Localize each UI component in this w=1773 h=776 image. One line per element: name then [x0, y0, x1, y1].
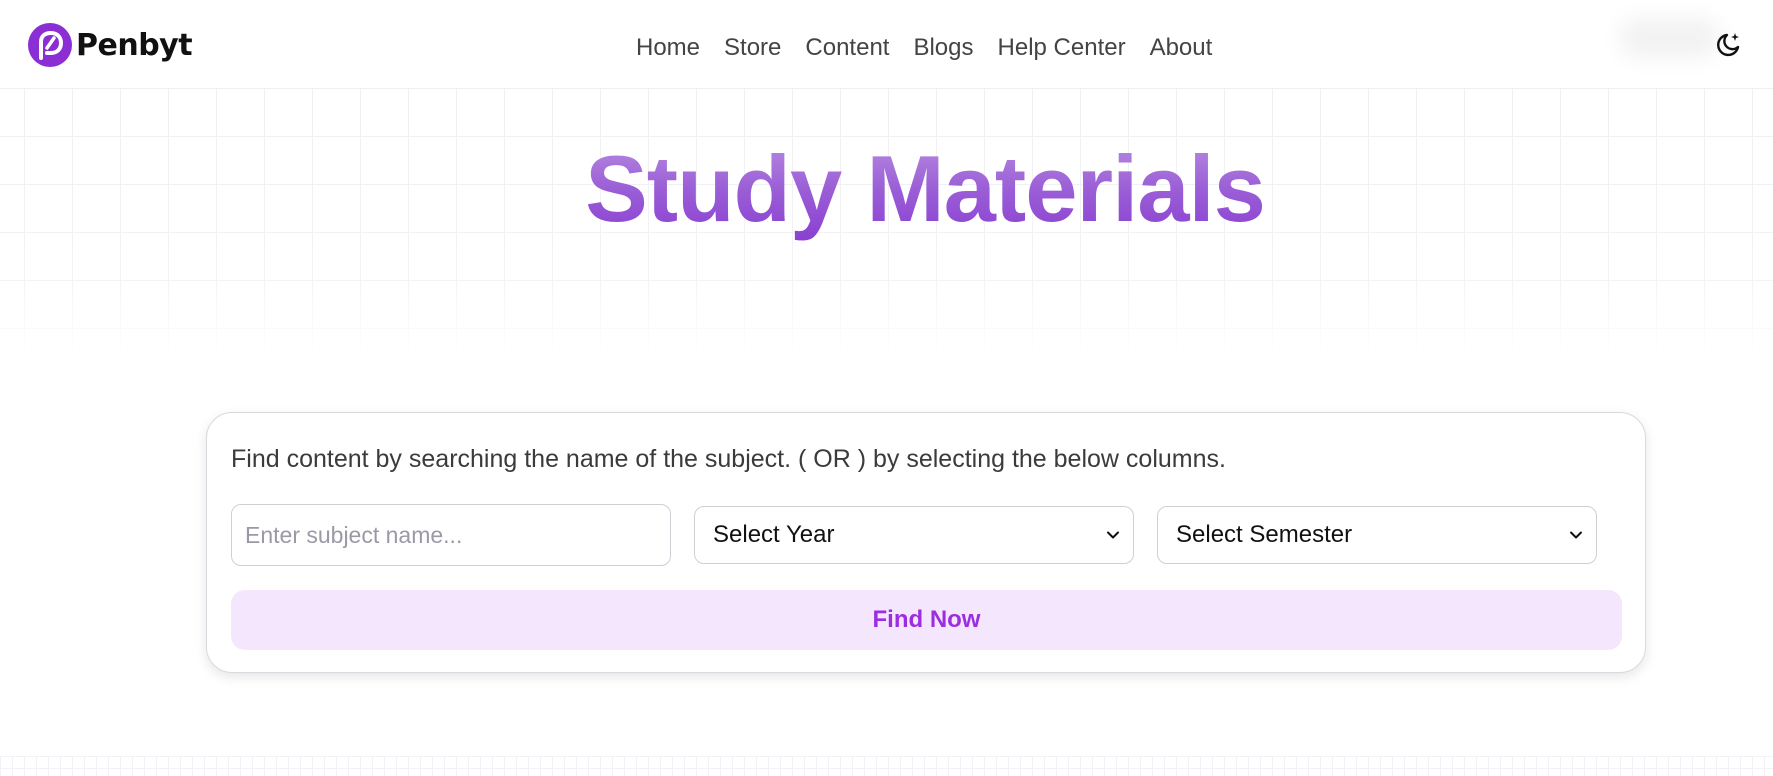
year-select-value: Select Year: [713, 521, 835, 548]
penbyt-logo-icon: [28, 23, 72, 67]
site-header: Penbyt Home Store Content Blogs Help Cen…: [0, 0, 1773, 88]
nav-link-about[interactable]: About: [1150, 30, 1213, 66]
brand-name: Penbyt: [76, 27, 193, 63]
nav-link-content[interactable]: Content: [805, 30, 889, 66]
chevron-down-icon: [1107, 531, 1119, 539]
theme-toggle-button[interactable]: [1712, 29, 1744, 61]
page-title-text: Study Materials: [585, 136, 1266, 241]
page-title: Study Materials: [0, 134, 1773, 244]
subject-search-input[interactable]: [231, 504, 671, 566]
semester-select[interactable]: Select Semester: [1157, 506, 1597, 564]
brand-logo[interactable]: Penbyt: [27, 22, 193, 68]
year-select[interactable]: Select Year: [694, 506, 1134, 564]
find-now-button[interactable]: Find Now: [231, 590, 1622, 650]
semester-select-value: Select Semester: [1176, 521, 1353, 548]
nav-link-store[interactable]: Store: [724, 30, 781, 66]
header-blur-decoration: [1620, 18, 1720, 58]
footer-grid-background: [0, 756, 1773, 776]
chevron-down-icon: [1570, 531, 1582, 539]
nav-link-help-center[interactable]: Help Center: [998, 30, 1126, 66]
search-card: Find content by searching the name of th…: [206, 412, 1646, 673]
moon-sparkle-icon: [1717, 33, 1740, 57]
search-description: Find content by searching the name of th…: [231, 445, 1226, 473]
page: Penbyt Home Store Content Blogs Help Cen…: [0, 0, 1773, 776]
nav-link-blogs[interactable]: Blogs: [913, 30, 973, 66]
nav-link-home[interactable]: Home: [636, 30, 700, 66]
main-nav: Home Store Content Blogs Help Center Abo…: [636, 30, 1212, 66]
